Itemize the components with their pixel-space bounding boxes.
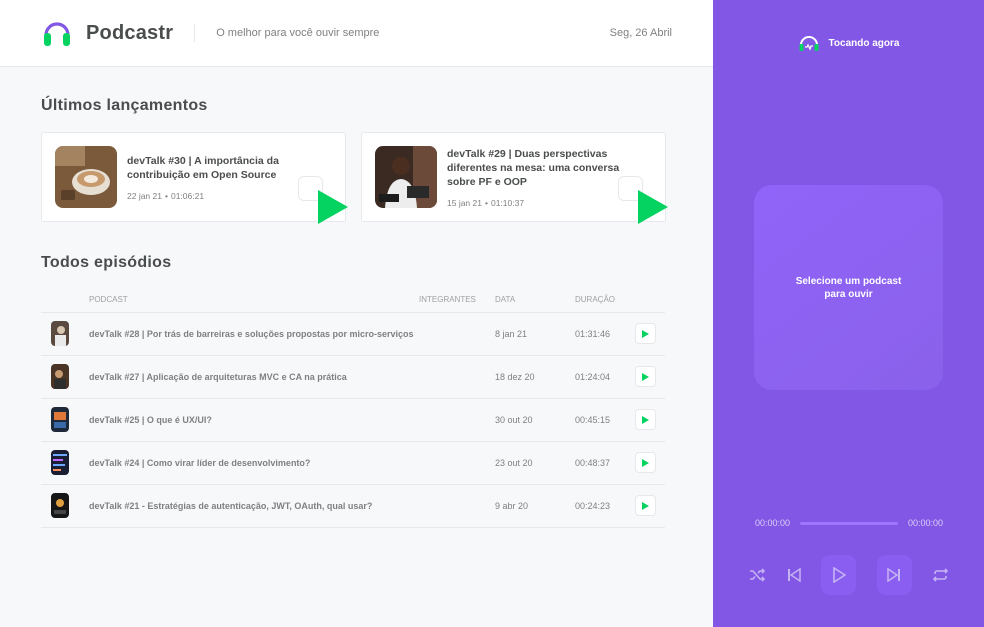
episode-duration: 00:48:37 [575, 441, 635, 485]
episode-title[interactable]: devTalk #27 | Aplicação de arquiteturas … [89, 355, 419, 399]
episode-title[interactable]: devTalk #24 | Como virar líder de desenv… [89, 441, 419, 485]
episode-meta: 15 jan 21 • 01:10:37 [447, 197, 525, 208]
episode-title[interactable]: devTalk #25 | O que é UX/UI? [89, 398, 419, 442]
play-episode-button[interactable] [635, 323, 656, 344]
table-header-podcast: Podcast [89, 288, 419, 313]
progress-bar: 00:00:00 00:00:00 [755, 518, 943, 528]
episode-duration: 00:45:15 [575, 398, 635, 442]
episode-date: 9 abr 20 [495, 484, 575, 528]
latest-episodes-title: Últimos lançamentos [41, 97, 208, 114]
play-episode-button[interactable] [635, 452, 656, 473]
episode-members [419, 355, 495, 399]
table-row: devTalk #28 | Por trás de barreiras e so… [41, 312, 665, 356]
table-header-duration: Duração [575, 288, 635, 313]
empty-player-box: Selecione um podcast para ouvir [754, 185, 943, 390]
episode-thumbnail [51, 364, 69, 389]
app-header: Podcastr O melhor para você ouvir sempre… [0, 0, 713, 67]
episode-duration: 01:24:04 [575, 355, 635, 399]
episode-title[interactable]: devTalk #29 | Duas perspectivas diferent… [447, 147, 622, 189]
player-controls [749, 555, 949, 595]
table-header-action [635, 288, 665, 313]
play-icon[interactable] [318, 190, 348, 224]
next-button[interactable] [876, 555, 912, 595]
episode-thumbnail [51, 321, 69, 346]
table-header-date: Data [495, 288, 575, 313]
play-icon [832, 567, 846, 583]
episode-members [419, 398, 495, 442]
play-episode-button[interactable] [635, 495, 656, 516]
all-episodes-table: Podcast Integrantes Data Duração devTalk… [41, 288, 665, 528]
episode-date: 18 dez 20 [495, 355, 575, 399]
episode-thumbnail [51, 493, 69, 518]
current-date: Seg, 26 Abril [609, 27, 672, 39]
table-row: devTalk #25 | O que é UX/UI? 30 out 20 0… [41, 398, 665, 442]
previous-button[interactable] [787, 568, 801, 582]
tagline: O melhor para você ouvir sempre [216, 27, 380, 39]
episode-date: 15 jan 21 [447, 197, 482, 208]
play-button[interactable] [821, 555, 856, 595]
play-icon[interactable] [638, 190, 668, 224]
play-icon [642, 372, 649, 381]
player-header: Tocando agora [713, 34, 984, 52]
episode-title[interactable]: devTalk #21 - Estratégias de autenticaçã… [89, 484, 419, 528]
episode-members [419, 312, 495, 356]
episode-members [419, 441, 495, 485]
total-time: 00:00:00 [907, 518, 943, 528]
player-panel: Tocando agora Selecione um podcast para … [713, 0, 984, 627]
latest-episodes-list: devTalk #30 | A importância da contribui… [41, 132, 668, 224]
table-row: devTalk #21 - Estratégias de autenticaçã… [41, 484, 665, 528]
previous-icon [787, 568, 801, 582]
headphones-icon [799, 36, 819, 51]
empty-player-message: Selecione um podcast para ouvir [795, 275, 902, 300]
play-icon [642, 501, 649, 510]
episode-duration: 01:10:37 [490, 197, 525, 208]
shuffle-button[interactable] [749, 568, 766, 582]
table-row: devTalk #27 | Aplicação de arquiteturas … [41, 355, 665, 399]
play-episode-button[interactable] [635, 366, 656, 387]
play-icon [642, 415, 649, 424]
episode-thumbnail [51, 450, 69, 475]
episode-meta: 22 jan 21 • 01:06:21 [127, 190, 205, 201]
table-row: devTalk #24 | Como virar líder de desenv… [41, 441, 665, 485]
shuffle-icon [750, 568, 766, 582]
main-content: Podcastr O melhor para você ouvir sempre… [0, 0, 713, 627]
now-playing-label: Tocando agora [828, 37, 900, 49]
episode-duration: 01:06:21 [170, 190, 205, 201]
table-header-members: Integrantes [419, 288, 495, 313]
episode-thumbnail [51, 407, 69, 432]
latest-episode-card[interactable]: devTalk #29 | Duas perspectivas diferent… [361, 132, 668, 224]
episode-date: 23 out 20 [495, 441, 575, 485]
play-icon [642, 329, 649, 338]
progress-track[interactable] [800, 521, 898, 525]
episode-title[interactable]: devTalk #30 | A importância da contribui… [127, 154, 302, 182]
headphones-logo-icon [44, 22, 70, 46]
episode-date: 22 jan 21 [127, 190, 162, 201]
play-episode-button[interactable] [635, 409, 656, 430]
episode-date: 8 jan 21 [495, 312, 575, 356]
next-icon [887, 568, 900, 582]
current-time: 00:00:00 [755, 518, 791, 528]
table-header-row: Podcast Integrantes Data Duração [41, 288, 665, 313]
header-divider [194, 24, 196, 42]
latest-episode-card[interactable]: devTalk #30 | A importância da contribui… [41, 132, 348, 224]
play-icon [642, 458, 649, 467]
episode-thumbnail [55, 146, 117, 208]
episode-thumbnail [375, 146, 437, 208]
episode-members [419, 484, 495, 528]
logo: Podcastr [42, 18, 173, 48]
episode-duration: 01:31:46 [575, 312, 635, 356]
episode-duration: 00:24:23 [575, 484, 635, 528]
table-header-thumb [41, 288, 89, 313]
episode-date: 30 out 20 [495, 398, 575, 442]
brand-name: Podcastr [86, 21, 174, 44]
episode-title[interactable]: devTalk #28 | Por trás de barreiras e so… [89, 312, 419, 356]
all-episodes-title: Todos episódios [41, 254, 172, 271]
repeat-icon [932, 568, 949, 582]
repeat-button[interactable] [932, 568, 949, 582]
